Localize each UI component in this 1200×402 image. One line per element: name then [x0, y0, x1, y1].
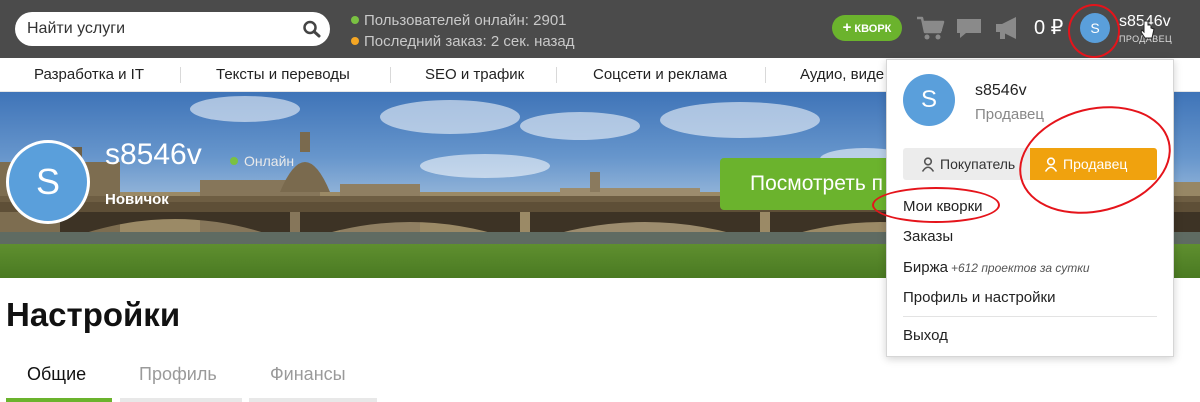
menu-divider — [903, 316, 1157, 317]
dropdown-role: Продавец — [975, 106, 1044, 123]
dropdown-username: s8546v — [975, 82, 1027, 99]
online-users-text: Пользователей онлайн: 2901 — [364, 12, 567, 29]
chat-icon[interactable] — [955, 17, 983, 46]
menu-item-profile-settings[interactable]: Профиль и настройки — [903, 289, 1055, 306]
tab-finances[interactable]: Финансы — [270, 364, 346, 385]
cursor-icon — [1140, 20, 1156, 45]
cart-icon[interactable] — [915, 14, 945, 47]
buyer-role-button[interactable]: Покупатель — [903, 148, 1030, 180]
category-audio-video[interactable]: Аудио, виде — [800, 58, 884, 92]
active-tab-indicator — [6, 398, 112, 402]
category-social[interactable]: Соцсети и реклама — [593, 58, 727, 92]
online-status-text: Онлайн — [244, 153, 295, 169]
menu-item-exchange[interactable]: Биржа +612 проектов за сутки — [903, 259, 1090, 276]
search-box — [15, 12, 330, 46]
category-development[interactable]: Разработка и IT — [34, 58, 144, 92]
page: Пользователей онлайн: 2901 Последний зак… — [0, 0, 1200, 402]
seller-level: Новичок — [105, 191, 169, 208]
person-icon — [921, 151, 935, 183]
tab-general[interactable]: Общие — [27, 364, 86, 385]
online-dot — [351, 16, 359, 24]
menu-item-orders[interactable]: Заказы — [903, 228, 953, 245]
search-icon[interactable] — [302, 20, 322, 38]
last-order-text: Последний заказ: 2 сек. назад — [364, 33, 575, 50]
online-status: Онлайн — [230, 153, 294, 169]
category-texts[interactable]: Тексты и переводы — [216, 58, 350, 92]
dropdown-avatar[interactable]: S — [903, 74, 955, 126]
last-order-dot — [351, 37, 359, 45]
online-users-stat: Пользователей онлайн: 2901 — [351, 10, 575, 31]
page-title: Настройки — [6, 296, 181, 333]
exchange-note: +612 проектов за сутки — [950, 261, 1090, 275]
top-header: Пользователей онлайн: 2901 Последний зак… — [0, 0, 1200, 58]
search-input[interactable] — [15, 12, 285, 46]
annotation-circle-my-kworks — [872, 187, 1000, 223]
menu-item-logout[interactable]: Выход — [903, 327, 948, 344]
profile-username: s8546v — [105, 138, 202, 171]
last-order-stat: Последний заказ: 2 сек. назад — [351, 31, 575, 52]
tab-underline — [120, 398, 242, 402]
profile-avatar[interactable]: S — [6, 140, 90, 224]
add-kwork-button[interactable]: + КВОРК — [832, 15, 902, 41]
category-divider — [180, 67, 181, 83]
megaphone-icon[interactable] — [994, 15, 1024, 46]
balance[interactable]: 0 ₽ — [1034, 15, 1063, 40]
plus-icon: + — [842, 19, 852, 36]
site-stats: Пользователей онлайн: 2901 Последний зак… — [351, 10, 575, 52]
category-seo[interactable]: SEO и трафик — [425, 58, 524, 92]
buyer-role-label: Покупатель — [940, 156, 1016, 172]
category-divider — [390, 67, 391, 83]
online-status-dot — [230, 157, 238, 165]
tab-profile[interactable]: Профиль — [139, 364, 217, 385]
category-divider — [765, 67, 766, 83]
annotation-circle-avatar — [1068, 4, 1120, 58]
category-divider — [556, 67, 557, 83]
add-kwork-label: КВОРК — [854, 23, 892, 35]
tab-underline — [249, 398, 377, 402]
exchange-label: Биржа — [903, 259, 948, 276]
